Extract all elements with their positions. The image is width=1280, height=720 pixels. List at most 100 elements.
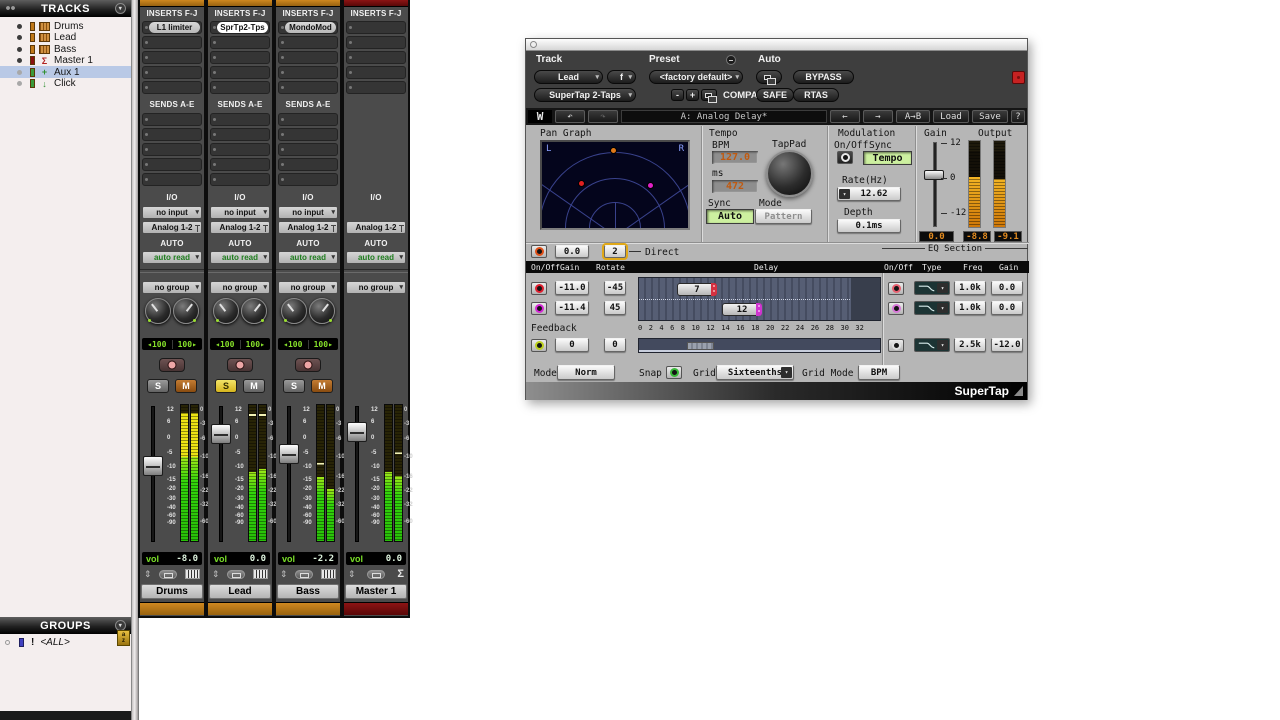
tap2-pan-dot[interactable] <box>647 182 654 189</box>
fader-cap[interactable] <box>143 456 163 476</box>
group-selector[interactable]: no group ▾ <box>210 281 270 294</box>
input-selector[interactable]: no input ▾ <box>142 206 202 219</box>
automation-safe-button[interactable]: SAFE <box>756 88 794 102</box>
fader-track[interactable] <box>287 406 291 542</box>
tap2-rotate-value[interactable]: 45 <box>604 301 626 315</box>
group-indicator-icon[interactable] <box>227 570 245 579</box>
eq3-freq-value[interactable]: 2.5k <box>954 338 986 352</box>
eq3-type-selector[interactable]: ▾ <box>914 338 950 352</box>
target-button[interactable] <box>1012 71 1025 84</box>
automation-mode-selector[interactable]: auto read ▾ <box>210 251 270 264</box>
prev-preset-icon[interactable]: ← <box>830 110 860 123</box>
eq1-gain-value[interactable]: 0.0 <box>991 281 1023 295</box>
keyboard-icon[interactable] <box>253 569 268 579</box>
send-slot[interactable] <box>142 173 202 186</box>
copy-settings-icon[interactable] <box>701 89 717 101</box>
insert-slot[interactable] <box>346 21 406 34</box>
send-slot[interactable] <box>142 158 202 171</box>
fader-cap[interactable] <box>211 424 231 444</box>
feedback-onoff-button[interactable] <box>531 339 547 352</box>
track-name[interactable]: Lead <box>209 584 271 599</box>
ab-compare-button[interactable]: A→B <box>896 110 930 123</box>
fader-cap[interactable] <box>279 444 299 464</box>
group-indicator-icon[interactable] <box>367 570 385 579</box>
eq2-onoff-button[interactable] <box>888 302 904 315</box>
group-selector[interactable]: no group ▾ <box>346 281 406 294</box>
save-button[interactable]: Save <box>972 110 1008 123</box>
nudge-arrows-icon[interactable]: ⇕ <box>348 570 356 579</box>
insert-slot[interactable]: MondoMod <box>278 21 338 34</box>
grid-mode-button[interactable]: BPM <box>858 365 900 380</box>
tap1-onoff-button[interactable] <box>531 282 547 295</box>
insert-slot[interactable] <box>346 81 406 94</box>
insert-slot[interactable] <box>142 81 202 94</box>
track-list-item[interactable]: Σ Master 1 <box>0 55 131 67</box>
close-icon[interactable] <box>530 41 537 48</box>
group-indicator-icon[interactable] <box>295 570 313 579</box>
preset-menu-icon[interactable] <box>726 55 736 65</box>
keyboard-icon[interactable] <box>185 569 200 579</box>
mute-button[interactable]: M <box>175 379 197 393</box>
nudge-arrows-icon[interactable]: ⇕ <box>280 570 288 579</box>
tap1-delay-handle[interactable]: 7 <box>677 283 717 296</box>
insert-slot[interactable] <box>278 81 338 94</box>
feedback-slider[interactable] <box>687 342 714 350</box>
insert-slot[interactable]: SprTp2-Tps <box>210 21 270 34</box>
record-enable-button[interactable] <box>227 358 253 372</box>
input-selector[interactable]: no input ▾ <box>278 206 338 219</box>
mod-sync-mode[interactable]: Tempo <box>863 151 912 165</box>
insert-slot-label[interactable]: MondoMod <box>285 22 336 33</box>
feedback-bar[interactable] <box>638 338 881 353</box>
direct-onoff-button[interactable] <box>531 245 547 258</box>
load-button[interactable]: Load <box>933 110 969 123</box>
solo-button[interactable]: S <box>283 379 305 393</box>
send-slot[interactable] <box>142 113 202 126</box>
track-name[interactable]: Drums <box>141 584 203 599</box>
insert-slot[interactable] <box>346 51 406 64</box>
insert-slot-label[interactable]: L1 limiter <box>149 22 200 33</box>
snap-button[interactable] <box>666 366 682 379</box>
tappad-knob[interactable] <box>766 150 813 197</box>
tap1-pan-dot[interactable] <box>578 180 585 187</box>
send-slot[interactable] <box>278 128 338 141</box>
keyboard-icon[interactable] <box>321 569 336 579</box>
automation-enable-button[interactable] <box>756 70 782 84</box>
eq3-onoff-button[interactable] <box>888 339 904 352</box>
direct-pan-dot[interactable] <box>610 147 617 154</box>
insert-slot[interactable] <box>142 51 202 64</box>
pan-knob-left[interactable] <box>281 298 307 324</box>
send-slot[interactable] <box>142 128 202 141</box>
depth-value[interactable]: 0.1ms <box>837 219 901 233</box>
insert-slot[interactable] <box>278 66 338 79</box>
tap1-rotate-value[interactable]: -45 <box>604 281 626 295</box>
track-list-item[interactable]: Drums <box>0 20 131 32</box>
track-list-item[interactable]: + Aux 1 <box>0 66 131 78</box>
output-selector[interactable]: Analog 1-2 <box>142 221 202 234</box>
insert-slot[interactable]: L1 limiter <box>142 21 202 34</box>
previous-setting-button[interactable]: - <box>671 89 684 101</box>
send-slot[interactable] <box>142 143 202 156</box>
mute-button[interactable]: M <box>243 379 265 393</box>
automation-mode-selector[interactable]: auto read ▾ <box>346 251 406 264</box>
eq1-freq-value[interactable]: 1.0k <box>954 281 986 295</box>
send-slot[interactable] <box>278 113 338 126</box>
insert-slot[interactable] <box>346 66 406 79</box>
direct-rotate-value[interactable]: 2 <box>604 245 626 258</box>
automation-mode-selector[interactable]: auto read ▾ <box>278 251 338 264</box>
pan-knob-right[interactable] <box>173 298 199 324</box>
tap2-delay-handle[interactable]: 12 <box>722 303 762 316</box>
pan-knob-right[interactable] <box>309 298 335 324</box>
eq2-freq-value[interactable]: 1.0k <box>954 301 986 315</box>
pan-graph[interactable]: L R <box>540 140 690 230</box>
track-list-item[interactable]: Bass <box>0 43 131 55</box>
automation-mode-selector[interactable]: auto read ▾ <box>142 251 202 264</box>
insert-position-button[interactable]: f▾ <box>607 70 636 84</box>
rtas-button[interactable]: RTAS <box>793 88 839 102</box>
insert-slot[interactable] <box>278 51 338 64</box>
ms-value[interactable]: 472 <box>712 180 758 193</box>
send-slot[interactable] <box>278 143 338 156</box>
help-button[interactable]: ? <box>1011 110 1025 123</box>
send-slot[interactable] <box>278 158 338 171</box>
mode-button[interactable]: Norm <box>557 365 615 380</box>
insert-slot[interactable] <box>142 36 202 49</box>
